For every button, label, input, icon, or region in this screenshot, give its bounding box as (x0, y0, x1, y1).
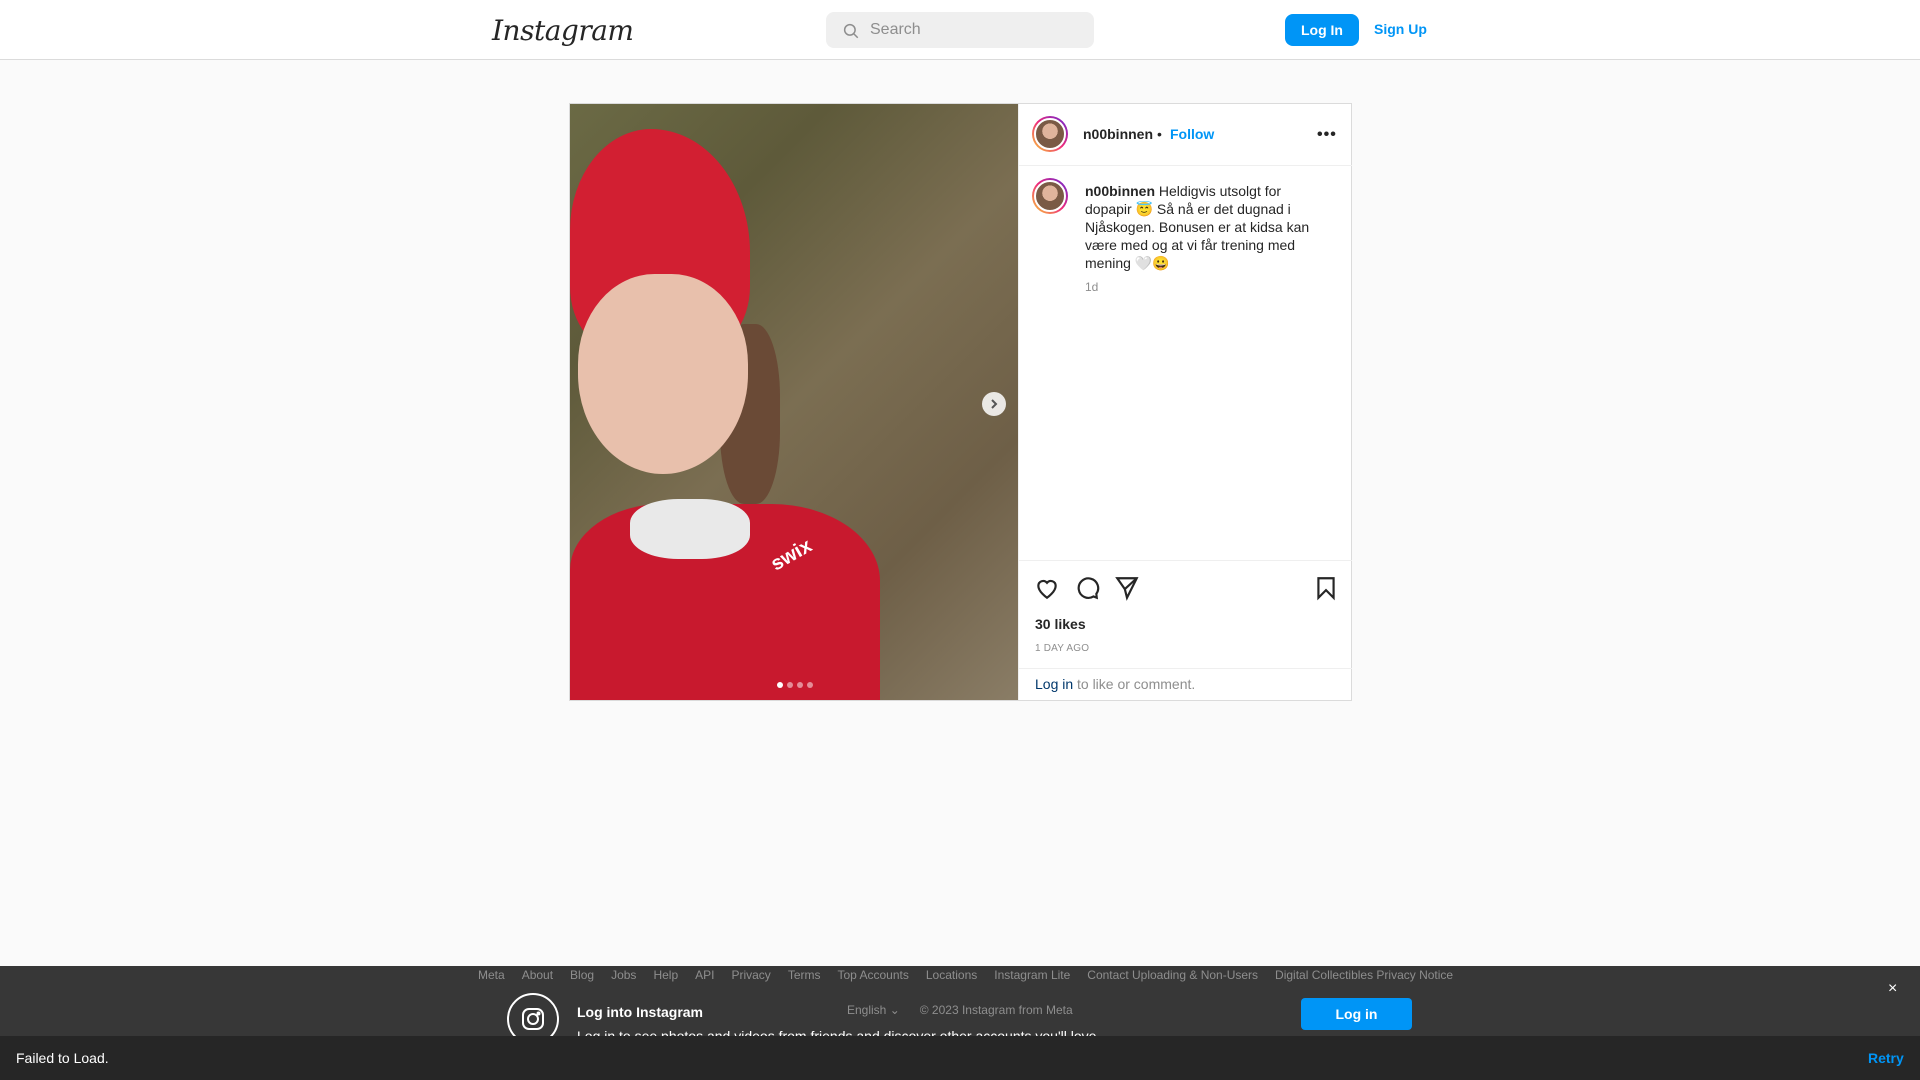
retry-button[interactable]: Retry (1868, 1050, 1904, 1066)
banner-title: Log into Instagram (577, 1004, 703, 1020)
search-input[interactable]: Search (826, 12, 1094, 48)
footer-link[interactable]: About (522, 968, 553, 982)
likes-count[interactable]: 30 likes (1035, 616, 1086, 632)
carousel-next-button[interactable] (982, 392, 1006, 416)
chevron-right-icon (991, 399, 998, 409)
search-placeholder: Search (870, 21, 921, 38)
heart-icon[interactable] (1034, 575, 1060, 601)
top-navigation: Instagram Search Log In Sign Up (0, 0, 1920, 60)
photo-collar (630, 499, 750, 559)
footer-links: Meta About Blog Jobs Help API Privacy Te… (478, 968, 1453, 982)
footer-link[interactable]: Locations (926, 968, 977, 982)
footer-meta: English ⌄ © 2023 Instagram from Meta (847, 1003, 1073, 1017)
caption-time[interactable]: 1d (1085, 280, 1098, 294)
footer-link[interactable]: Terms (788, 968, 821, 982)
footer-link[interactable]: Help (653, 968, 678, 982)
post-sidebar: n00binnen • Follow ••• n00binnen Heldigv… (1018, 104, 1352, 700)
footer-link[interactable]: Blog (570, 968, 594, 982)
more-options-icon[interactable]: ••• (1317, 126, 1337, 144)
caption-text: n00binnen Heldigvis utsolgt for dopapir … (1085, 182, 1325, 272)
bookmark-icon[interactable] (1313, 575, 1339, 601)
instagram-logo[interactable]: Instagram (492, 14, 634, 47)
footer-link[interactable]: Contact Uploading & Non-Users (1087, 968, 1258, 982)
error-message: Failed to Load. (16, 1050, 109, 1066)
share-icon[interactable] (1114, 575, 1140, 601)
carousel-dot (807, 682, 813, 688)
login-prompt: Log in to like or comment. (1019, 668, 1352, 701)
comment-icon[interactable] (1074, 575, 1100, 601)
carousel-dot (777, 682, 783, 688)
footer-link[interactable]: Top Accounts (837, 968, 908, 982)
carousel-dot (787, 682, 793, 688)
search-icon (843, 23, 859, 39)
caption-avatar[interactable] (1032, 178, 1068, 214)
post-actions: 30 likes 1 DAY AGO (1019, 560, 1352, 669)
footer-link[interactable]: API (695, 968, 714, 982)
close-icon[interactable]: × (1888, 980, 1897, 998)
caption-username[interactable]: n00binnen (1085, 183, 1155, 199)
banner-login-button[interactable]: Log in (1301, 998, 1412, 1030)
photo-face (578, 274, 748, 474)
footer-link[interactable]: Privacy (731, 968, 770, 982)
post-username[interactable]: n00binnen (1083, 126, 1153, 142)
follow-button[interactable]: Follow (1170, 126, 1214, 142)
copyright: © 2023 Instagram from Meta (919, 1003, 1073, 1017)
language-select[interactable]: English ⌄ (847, 1003, 900, 1017)
post-card: swix n00binnen • Follow ••• n00binnen He… (569, 103, 1352, 701)
footer-link[interactable]: Jobs (611, 968, 636, 982)
post-header: n00binnen • Follow ••• (1019, 104, 1352, 166)
footer-link[interactable]: Meta (478, 968, 505, 982)
error-bar: Failed to Load. Retry (0, 1036, 1920, 1080)
post-photo[interactable]: swix (570, 104, 1018, 700)
avatar[interactable] (1032, 116, 1068, 152)
login-prompt-text: to like or comment. (1077, 676, 1196, 692)
signup-link[interactable]: Sign Up (1374, 21, 1427, 37)
login-link[interactable]: Log in (1035, 676, 1073, 692)
login-button[interactable]: Log In (1285, 14, 1359, 46)
footer-link[interactable]: Instagram Lite (994, 968, 1070, 982)
post-timestamp: 1 DAY AGO (1035, 643, 1090, 654)
footer-link[interactable]: Digital Collectibles Privacy Notice (1275, 968, 1453, 982)
separator-dot: • (1157, 126, 1162, 142)
carousel-dot (797, 682, 803, 688)
carousel-indicator (777, 682, 813, 688)
